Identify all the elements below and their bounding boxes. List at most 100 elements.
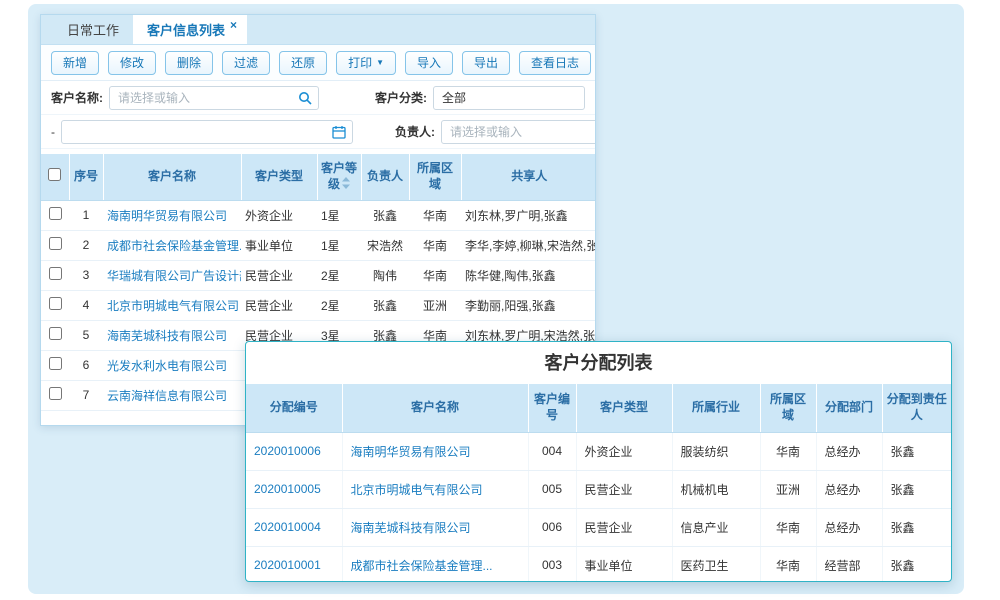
customer-name-link[interactable]: 北京市明城电气有限公司: [107, 299, 239, 313]
alloc-no-link[interactable]: 2020010001: [254, 558, 321, 572]
table-row: 2020010004 海南芜城科技有限公司 006 民营企业 信息产业 华南 总…: [246, 508, 951, 546]
customer-category-select[interactable]: 全部: [433, 86, 585, 110]
customer-table-header-row: 序号 客户名称 客户类型 客户等级 负责人 所属区域 共享人: [41, 154, 596, 200]
customer-name-link[interactable]: 云南海祥信息有限公司: [107, 389, 227, 403]
industry-cell: 医药卫生: [672, 546, 760, 582]
region-cell: 华南: [760, 508, 816, 546]
col-customer-name: 客户名称: [103, 154, 241, 200]
caret-down-icon: ▼: [376, 59, 384, 67]
alloc-no-link[interactable]: 2020010005: [254, 482, 321, 496]
owner-cell[interactable]: 宋浩然: [361, 230, 409, 260]
region-cell: 华南: [409, 230, 461, 260]
close-icon[interactable]: ×: [230, 18, 237, 32]
col-alloc-no: 分配编号: [246, 384, 342, 432]
row-no: 1: [69, 200, 103, 230]
customer-allocation-panel: 客户分配列表 分配编号 客户名称 客户编号 客户类型 所属行业 所属区域 分配部…: [245, 341, 952, 582]
row-checkbox[interactable]: [49, 267, 62, 280]
checkbox-cell: [41, 320, 69, 350]
checkbox-cell: [41, 350, 69, 380]
customer-name-link[interactable]: 海南明华贸易有限公司: [107, 209, 227, 223]
calendar-icon[interactable]: [332, 125, 346, 139]
row-no: 6: [69, 350, 103, 380]
assignee-cell[interactable]: 张鑫: [882, 546, 951, 582]
customer-name-link[interactable]: 海南芜城科技有限公司: [351, 521, 471, 535]
alloc-no-cell: 2020010005: [246, 470, 342, 508]
customer-name-link[interactable]: 光发水利水电有限公司: [107, 359, 227, 373]
allocation-table: 分配编号 客户名称 客户编号 客户类型 所属行业 所属区域 分配部门 分配到责任…: [246, 384, 951, 582]
tab-daily-work[interactable]: 日常工作: [53, 15, 133, 44]
sort-icon[interactable]: [342, 177, 350, 189]
customer-name-cell: 海南芜城科技有限公司: [103, 320, 241, 350]
customer-no-cell: 004: [528, 432, 576, 470]
filter-row-1: 客户名称: 客户分类: 全部: [41, 81, 595, 115]
edit-button[interactable]: 修改: [108, 51, 156, 75]
tab-customer-info-list[interactable]: 客户信息列表 ×: [133, 15, 247, 44]
customer-name-link[interactable]: 成都市社会保险基金管理...: [107, 239, 241, 253]
filter-button[interactable]: 过滤: [222, 51, 270, 75]
col-customer-type: 客户类型: [241, 154, 317, 200]
assignee-cell[interactable]: 张鑫: [882, 508, 951, 546]
restore-button[interactable]: 还原: [279, 51, 327, 75]
assignee-cell[interactable]: 张鑫: [882, 432, 951, 470]
customer-name-cell: 云南海祥信息有限公司: [103, 380, 241, 410]
customer-name-link[interactable]: 华瑞城有限公司广告设计部: [107, 269, 241, 283]
alloc-no-cell: 2020010006: [246, 432, 342, 470]
customer-type-cell: 民营企业: [241, 290, 317, 320]
region-cell: 华南: [409, 200, 461, 230]
tab-customer-info-label: 客户信息列表: [147, 20, 225, 39]
row-checkbox[interactable]: [49, 297, 62, 310]
customer-type-cell: 事业单位: [241, 230, 317, 260]
customer-name-input-wrap: [109, 86, 319, 110]
print-button[interactable]: 打印 ▼: [336, 51, 396, 75]
row-checkbox[interactable]: [49, 387, 62, 400]
customer-level-cell: 2星: [317, 260, 361, 290]
customer-name-link[interactable]: 海南明华贸易有限公司: [351, 445, 471, 459]
alloc-dept-cell: 总经办: [816, 432, 882, 470]
import-button[interactable]: 导入: [405, 51, 453, 75]
owner-input[interactable]: [441, 120, 596, 144]
delete-button[interactable]: 删除: [165, 51, 213, 75]
industry-cell: 信息产业: [672, 508, 760, 546]
table-row: 1 海南明华贸易有限公司 外资企业 1星 张鑫 华南 刘东林,罗广明,张鑫: [41, 200, 596, 230]
alloc-no-cell: 2020010004: [246, 508, 342, 546]
row-checkbox[interactable]: [49, 327, 62, 340]
col-region: 所属区域: [760, 384, 816, 432]
select-all-checkbox[interactable]: [48, 168, 61, 181]
customer-name-link[interactable]: 北京市明城电气有限公司: [351, 483, 483, 497]
row-checkbox[interactable]: [49, 237, 62, 250]
assignee-cell[interactable]: 张鑫: [882, 470, 951, 508]
view-log-button[interactable]: 查看日志: [519, 51, 591, 75]
col-customer-type: 客户类型: [576, 384, 672, 432]
owner-cell[interactable]: 张鑫: [361, 200, 409, 230]
col-customer-level[interactable]: 客户等级: [317, 154, 361, 200]
row-checkbox[interactable]: [49, 207, 62, 220]
col-owner: 负责人: [361, 154, 409, 200]
export-button[interactable]: 导出: [462, 51, 510, 75]
shared-cell: 陈华健,陶伟,张鑫: [461, 260, 596, 290]
date-input[interactable]: [61, 120, 353, 144]
row-checkbox[interactable]: [49, 357, 62, 370]
alloc-no-link[interactable]: 2020010006: [254, 444, 321, 458]
allocation-table-header-row: 分配编号 客户名称 客户编号 客户类型 所属行业 所属区域 分配部门 分配到责任…: [246, 384, 951, 432]
add-button[interactable]: 新增: [51, 51, 99, 75]
checkbox-cell: [41, 200, 69, 230]
checkbox-cell: [41, 290, 69, 320]
row-no: 7: [69, 380, 103, 410]
alloc-no-link[interactable]: 2020010004: [254, 520, 321, 534]
customer-name-label: 客户名称:: [51, 89, 103, 106]
customer-no-cell: 005: [528, 470, 576, 508]
customer-name-cell: 华瑞城有限公司广告设计部: [103, 260, 241, 290]
col-shared: 共享人: [461, 154, 596, 200]
customer-no-cell: 003: [528, 546, 576, 582]
row-no: 3: [69, 260, 103, 290]
search-icon[interactable]: [298, 91, 312, 105]
owner-cell[interactable]: 张鑫: [361, 290, 409, 320]
customer-name-cell: 北京市明城电气有限公司: [342, 470, 528, 508]
customer-name-input[interactable]: [109, 86, 319, 110]
customer-name-cell: 光发水利水电有限公司: [103, 350, 241, 380]
checkbox-cell: [41, 230, 69, 260]
customer-name-link[interactable]: 成都市社会保险基金管理...: [351, 559, 493, 573]
region-cell: 华南: [760, 546, 816, 582]
customer-name-link[interactable]: 海南芜城科技有限公司: [107, 329, 227, 343]
owner-cell[interactable]: 陶伟: [361, 260, 409, 290]
